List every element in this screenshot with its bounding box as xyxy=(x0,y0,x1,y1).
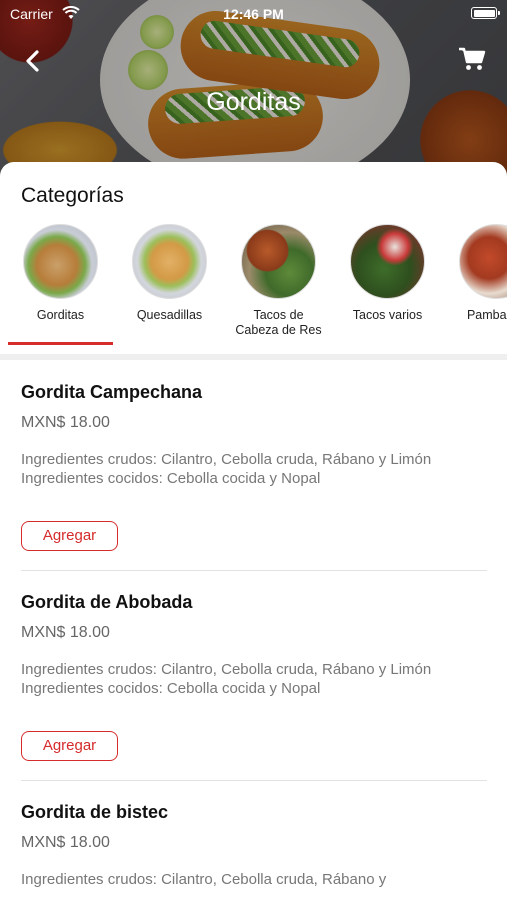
status-time: 12:46 PM xyxy=(223,6,284,22)
product-item-gordita-campechana: Gordita Campechana MXN$ 18.00 Ingredient… xyxy=(0,382,507,572)
battery-icon xyxy=(471,7,500,19)
category-item-pambazos[interactable]: Pambazos xyxy=(442,224,507,344)
page-title: Gorditas xyxy=(206,88,301,116)
raw-ingredients: Ingredientes crudos: Cilantro, Cebolla c… xyxy=(21,661,432,678)
product-separator xyxy=(21,570,487,571)
product-price: MXN$ 18.00 xyxy=(21,414,110,431)
product-name: Gordita de bistec xyxy=(21,802,169,822)
category-label: Pambazos xyxy=(466,308,507,322)
cooked-ingredients: Ingredientes cocidos: Cebolla cocida y N… xyxy=(21,470,321,487)
raw-ingredients: Ingredientes crudos: Cilantro, Cebolla c… xyxy=(21,451,432,468)
category-image xyxy=(459,224,507,299)
category-item-quesadillas[interactable]: Quesadillas xyxy=(115,224,224,344)
add-button[interactable]: Agregar xyxy=(21,521,118,551)
category-strip[interactable]: Gorditas Quesadillas Tacos de Cabeza de … xyxy=(0,224,507,345)
selected-category-indicator xyxy=(8,342,113,345)
category-item-tacos-cabeza-res[interactable]: Tacos de Cabeza de Res xyxy=(224,224,333,344)
category-image xyxy=(132,224,207,299)
category-image xyxy=(241,224,316,299)
product-item-gordita-bistec: Gordita de bistec MXN$ 18.00 Ingrediente… xyxy=(0,802,507,900)
raw-ingredients: Ingredientes crudos: Cilantro, Cebolla c… xyxy=(21,871,387,888)
shopping-cart-icon xyxy=(459,47,486,70)
category-label: Tacos varios xyxy=(352,308,423,322)
product-ingredients: Ingredientes crudos: Cilantro, Cebolla c… xyxy=(21,870,441,889)
content-sheet: Categorías Gorditas Quesadillas Tacos de… xyxy=(0,162,507,900)
product-item-gordita-abobada: Gordita de Abobada MXN$ 18.00 Ingredient… xyxy=(0,592,507,782)
category-label: Tacos de Cabeza de Res xyxy=(235,308,322,337)
status-bar: Carrier 12:46 PM xyxy=(0,0,507,28)
category-item-gorditas[interactable]: Gorditas xyxy=(6,224,115,344)
back-button[interactable] xyxy=(18,46,48,76)
product-price: MXN$ 18.00 xyxy=(21,624,110,641)
product-name: Gordita Campechana xyxy=(21,382,203,402)
product-ingredients: Ingredientes crudos: Cilantro, Cebolla c… xyxy=(21,450,441,488)
categories-title: Categorías xyxy=(21,184,124,207)
category-item-tacos-varios[interactable]: Tacos varios xyxy=(333,224,442,344)
category-label: Gorditas xyxy=(36,308,85,322)
category-image xyxy=(350,224,425,299)
cooked-ingredients: Ingredientes cocidos: Cebolla cocida y N… xyxy=(21,680,321,697)
product-price: MXN$ 18.00 xyxy=(21,834,110,851)
section-divider xyxy=(0,354,507,360)
category-label: Quesadillas xyxy=(136,308,203,322)
cart-button[interactable] xyxy=(457,46,487,72)
category-image xyxy=(23,224,98,299)
product-ingredients: Ingredientes crudos: Cilantro, Cebolla c… xyxy=(21,660,441,698)
chevron-left-icon xyxy=(26,50,39,72)
add-button[interactable]: Agregar xyxy=(21,731,118,761)
product-name: Gordita de Abobada xyxy=(21,592,193,612)
product-separator xyxy=(21,780,487,781)
